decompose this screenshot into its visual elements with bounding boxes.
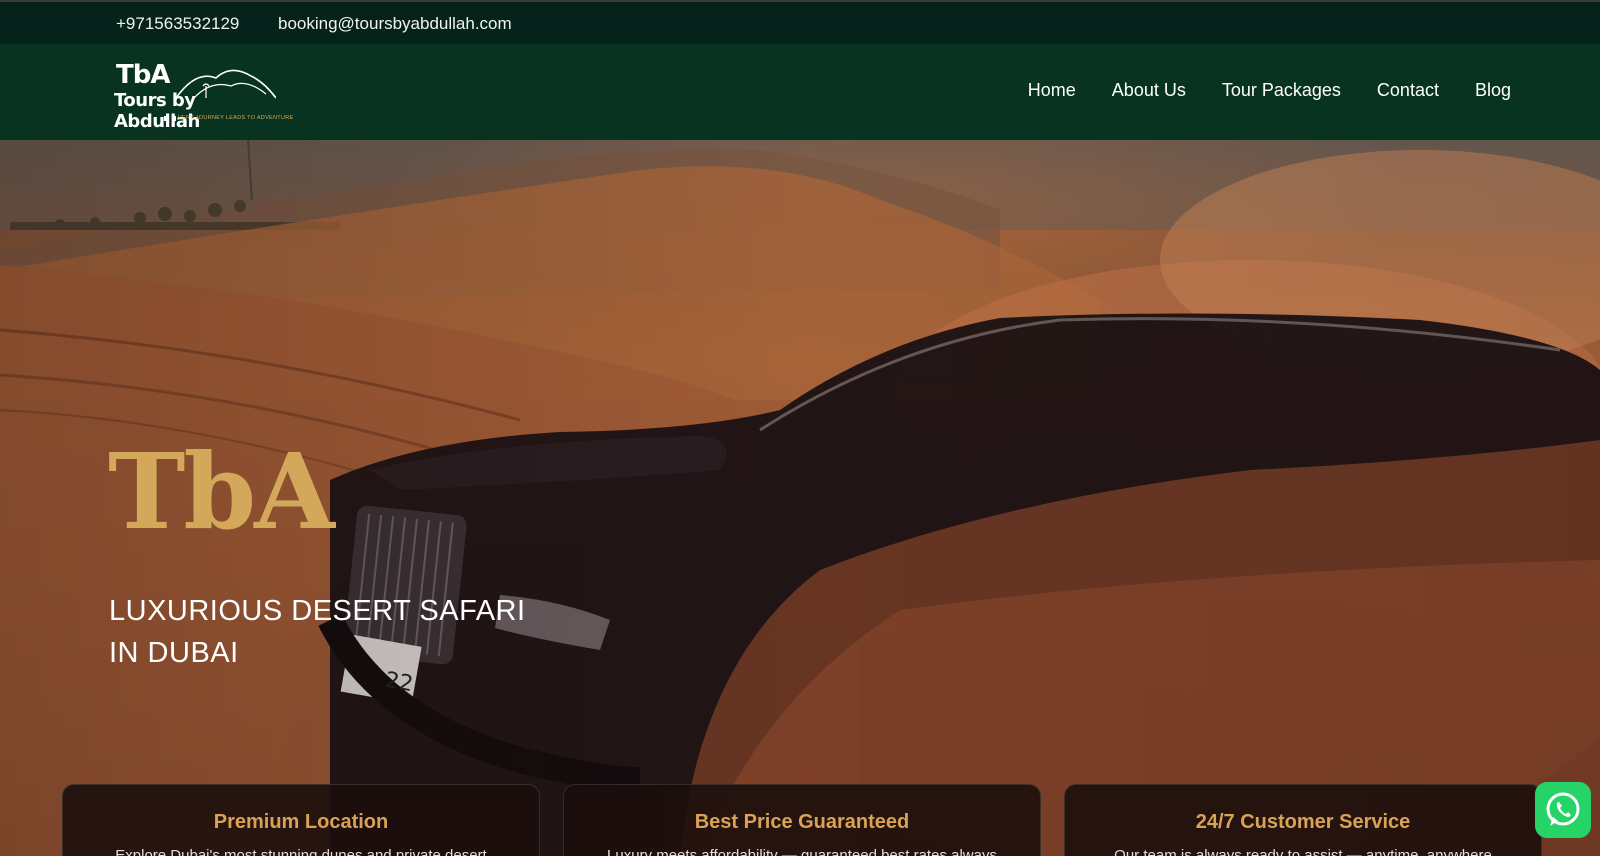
feature-card-text: Our team is always ready to assist — any… xyxy=(1114,847,1492,856)
logo-wordmark: Tours by Abdullah xyxy=(114,90,200,132)
nav-tour-packages[interactable]: Tour Packages xyxy=(1222,80,1341,101)
main-nav: Home About Us Tour Packages Contact Blog xyxy=(1028,80,1511,101)
feature-card-text: Luxury meets affordability — guaranteed … xyxy=(607,847,997,856)
feature-card-title: Premium Location xyxy=(213,811,389,833)
hero-title: LUXURIOUS DESERT SAFARI IN DUBAI xyxy=(109,595,526,669)
feature-card: 24/7 Customer Service Our team is always… xyxy=(1064,784,1542,856)
top-info-bar: +971563532129 booking@toursbyabdullah.co… xyxy=(0,0,1600,44)
nav-about-us[interactable]: About Us xyxy=(1112,80,1186,101)
logo-mark: TbA xyxy=(116,60,170,90)
feature-card-title: 24/7 Customer Service xyxy=(1195,811,1411,833)
feature-card-text: Explore Dubai's most stunning dunes and … xyxy=(115,847,487,856)
phone-link[interactable]: +971563532129 xyxy=(116,14,239,34)
nav-home[interactable]: Home xyxy=(1028,80,1076,101)
feature-card-title: Best Price Guaranteed xyxy=(694,811,910,833)
whatsapp-button[interactable] xyxy=(1535,782,1591,838)
whatsapp-icon xyxy=(1546,792,1580,826)
email-link[interactable]: booking@toursbyabdullah.com xyxy=(278,14,512,34)
site-logo[interactable]: TbA Tours by Abdullah VERY JOURNEY LEADS… xyxy=(114,58,293,132)
hero-brand: TbA xyxy=(108,430,335,553)
logo-bars-icon xyxy=(164,116,176,121)
logo-tagline: VERY JOURNEY LEADS TO ADVENTURE xyxy=(178,115,294,121)
nav-blog[interactable]: Blog xyxy=(1475,80,1511,101)
hero-banner: 22 TbA LUXURIOUS DESERT SAFARI IN DUBAI xyxy=(0,140,1600,856)
site-header: TbA Tours by Abdullah VERY JOURNEY LEADS… xyxy=(0,44,1600,140)
feature-card: Premium Location Explore Dubai's most st… xyxy=(62,784,540,856)
nav-contact[interactable]: Contact xyxy=(1377,80,1439,101)
feature-card: Best Price Guaranteed Luxury meets affor… xyxy=(563,784,1041,856)
